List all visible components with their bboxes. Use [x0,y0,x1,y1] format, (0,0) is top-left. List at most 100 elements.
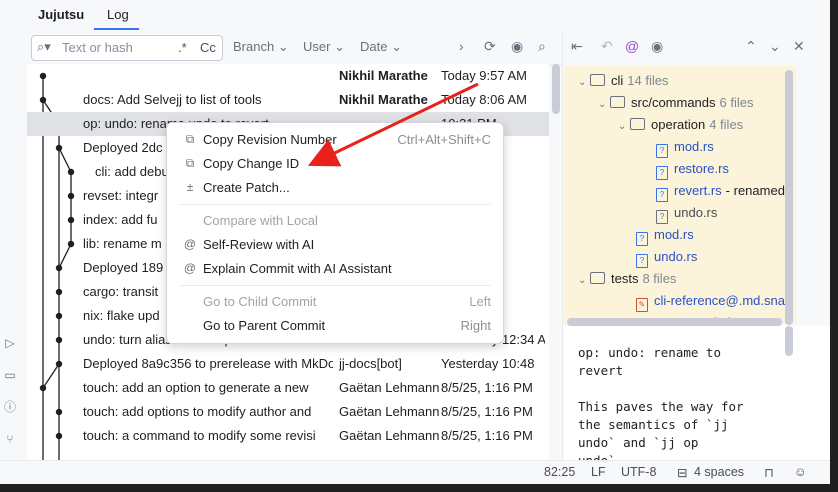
log-row[interactable]: docs: Add Selvejj to list of tools Nikhi… [27,88,549,112]
commit-message: touch: a command to modify some revisi [83,428,316,443]
log-row[interactable]: Deployed 8a9c356 to prerelease with MkDo… [27,352,549,376]
revert-icon[interactable]: ↶ [601,38,613,55]
problems-icon[interactable]: ⓘ [3,400,17,414]
log-toolbar: ⌕▾ Text or hash .* Cc Branch ⌄ User ⌄ Da… [27,30,562,65]
tree-file[interactable]: ? restore.rs [656,158,729,180]
commit-message: touch: add options to modify author and [83,404,312,419]
commit-message: Deployed 8a9c356 to prerelease with MkDo… [83,356,333,371]
folder-icon [590,74,605,86]
menu-item-label: Copy Revision Number [203,132,337,147]
commit-date: 8/5/25, 1:16 PM [441,380,533,395]
details-scrollbar[interactable] [785,326,793,356]
tree-label: undo.rs [654,249,698,264]
collapse-icon[interactable]: ⇤ [571,38,583,55]
tree-label: revert.rs [674,183,722,198]
branch-filter[interactable]: Branch ⌄ [233,39,289,55]
tree-label: mod.rs [654,227,694,242]
menu-item-go-to-child: Go to Child Commit Left [167,290,503,314]
file-icon: ? [636,254,648,268]
tree-folder[interactable]: ⌄ cli 14 files [578,70,668,92]
user-filter[interactable]: User ⌄ [303,39,345,55]
commit-author: Gaëtan Lehmann [339,428,440,443]
line-separator[interactable]: LF [591,465,606,479]
tree-label: src/commands [631,95,716,110]
chevron-down-icon: ⌄ [391,39,402,54]
log-row[interactable]: touch: add options to modify author and … [27,400,549,424]
indent-setting[interactable]: 4 spaces [694,465,744,479]
menu-item-go-to-parent[interactable]: Go to Parent Commit Right [167,314,503,338]
menu-item-self-review-ai[interactable]: @ Self-Review with AI [167,233,503,257]
commit-author: Nikhil Marathe [339,92,428,107]
menu-item-shortcut: Right [460,318,491,333]
ide-window: Jujutsu Log ▷ ▭ ⓘ ⑂ ⌕▾ Text or hash .* C… [0,0,830,484]
eye-icon[interactable]: ◉ [511,38,523,55]
expand-all-icon[interactable]: ⌃ [745,38,757,55]
collapse-all-icon[interactable]: ⌄ [769,38,781,55]
cursor-position[interactable]: 82:25 [544,465,575,479]
close-icon[interactable]: ✕ [793,38,805,55]
tree-file[interactable]: ? revert.rs - renamed [656,180,785,202]
menu-item-label: Explain Commit with AI Assistant [203,261,392,276]
commit-date: Yesterday 10:48 [441,356,535,371]
tab-jujutsu[interactable]: Jujutsu [38,7,84,22]
menu-item-label: Self-Review with AI [203,237,315,252]
regex-toggle[interactable]: .* [178,40,187,55]
commit-message: docs: Add Selvejj to list of tools [83,92,262,107]
log-row[interactable]: Nikhil Marathe Today 9:57 AM [27,64,549,88]
tree-folder[interactable]: ⌄ src/commands 6 files [598,92,754,114]
date-filter-label: Date [360,39,388,54]
commit-description: op: undo: rename to revert This paves th… [578,345,744,468]
tree-folder[interactable]: ⌄ operation 4 files [618,114,743,136]
search-field[interactable]: ⌕▾ Text or hash .* Cc [31,35,223,61]
tree-horizontal-scrollbar[interactable] [567,318,782,326]
smiley-icon[interactable]: ☺ [794,465,807,479]
tree-file[interactable]: ? undo.rs [656,202,717,224]
ai-spiral-icon[interactable]: @ [625,38,639,54]
date-filter[interactable]: Date ⌄ [360,39,402,55]
commit-date: 8/5/25, 1:16 PM [441,428,533,443]
tree-label: tests [611,271,639,286]
chevron-right-icon[interactable]: › [459,38,464,54]
menu-item-create-patch[interactable]: ± Create Patch... [167,176,503,200]
search-icon[interactable]: ⌕ [538,38,546,55]
commit-author: Gaëtan Lehmann [339,380,440,395]
menu-item-shortcut: Left [469,294,491,309]
file-count: 14 files [627,73,669,88]
menu-item-copy-revision-number[interactable]: ⧉ Copy Revision Number Ctrl+Alt+Shift+C [167,128,503,152]
match-case-toggle[interactable]: Cc [200,40,216,55]
file-count: 4 files [709,117,744,132]
tree-file[interactable]: ? mod.rs [636,224,694,246]
tree-file[interactable]: ? undo.rs [636,246,697,268]
menu-item-explain-commit-ai[interactable]: @ Explain Commit with AI Assistant [167,257,503,281]
file-encoding[interactable]: UTF-8 [621,465,656,479]
chevron-down-icon: ⌄ [277,39,289,54]
terminal-icon[interactable]: ▭ [3,368,17,382]
tree-file[interactable]: ? mod.rs [656,136,714,158]
tree-label: cli-reference@.md.sna [654,293,785,308]
lock-icon[interactable]: ⊓ [764,465,774,480]
chevron-down-icon: ⌄ [334,39,345,54]
commit-date: Today 9:57 AM [441,68,527,83]
menu-item-copy-change-id[interactable]: ⧉ Copy Change ID [167,152,503,176]
eye-icon[interactable]: ◉ [651,38,663,55]
chevron-down-icon: ⌄ [618,121,627,132]
run-icon[interactable]: ▷ [3,336,17,350]
folder-icon [590,272,605,284]
tab-log[interactable]: Log [107,7,129,22]
tree-file[interactable]: ✎ cli-reference@.md.sna [636,290,785,312]
tree-label: cli [611,73,624,88]
tree-scrollbar[interactable] [785,70,793,325]
chevron-down-icon: ⌄ [598,99,607,110]
commit-author: jj-docs[bot] [339,356,402,371]
tree-folder[interactable]: ⌄ tests 8 files [578,268,676,290]
log-row[interactable]: touch: add an option to generate a new G… [27,376,549,400]
refresh-icon[interactable]: ⟳ [484,38,496,55]
file-icon: ? [656,144,668,158]
tree-label: undo.rs [674,205,718,220]
folder-icon [610,96,625,108]
vcs-icon[interactable]: ⑂ [3,432,17,446]
log-row[interactable]: touch: a command to modify some revisi G… [27,424,549,448]
log-scrollbar[interactable] [552,64,560,114]
plus-minus-icon: ± [186,180,194,194]
context-menu: ⧉ Copy Revision Number Ctrl+Alt+Shift+C … [166,122,504,344]
